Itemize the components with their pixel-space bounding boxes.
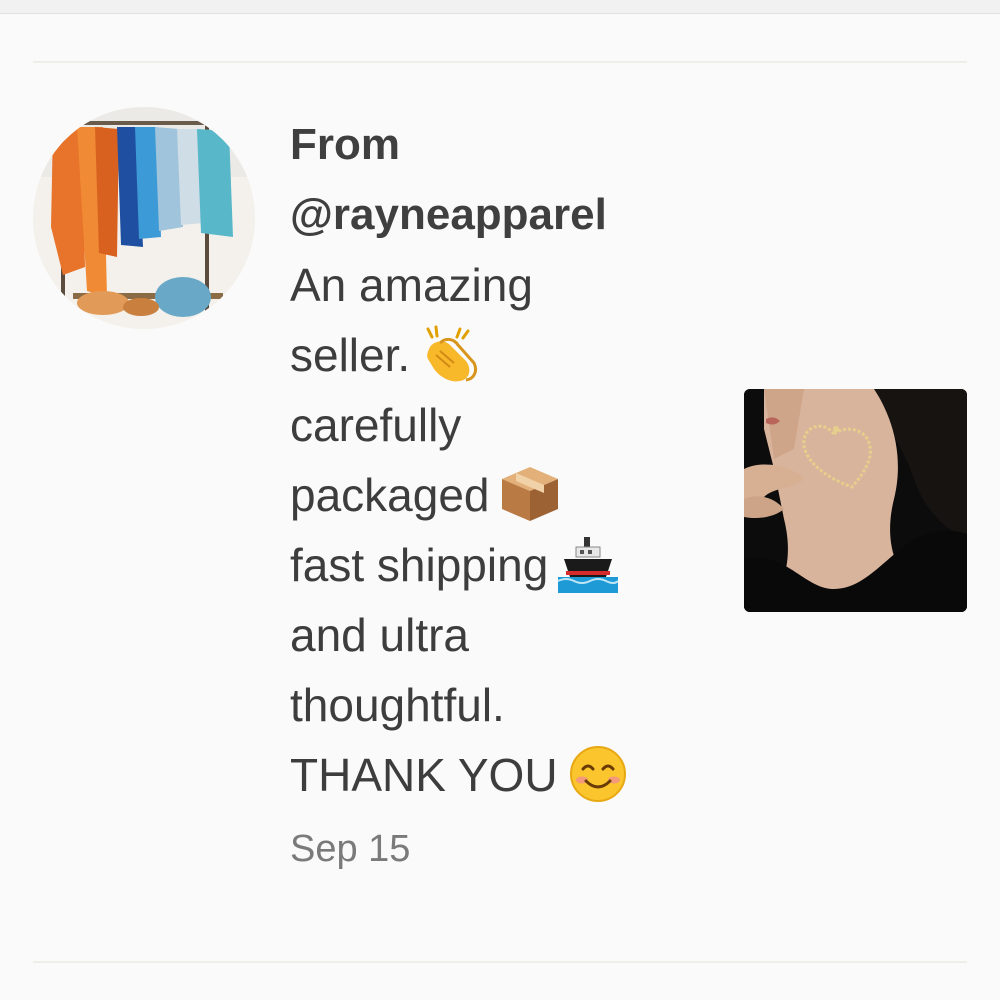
review-line: THANK YOU xyxy=(290,740,730,810)
review-line: seller. xyxy=(290,320,730,390)
review-text: An amazing seller. carefully packaged fa… xyxy=(290,250,730,810)
package-icon xyxy=(500,465,560,523)
divider-bottom xyxy=(33,961,967,963)
review-photo-thumbnail[interactable] xyxy=(744,389,967,612)
ship-icon xyxy=(557,535,619,593)
smiling-face-icon xyxy=(568,745,628,803)
review-line: and ultra xyxy=(290,609,470,661)
top-bar-edge xyxy=(0,0,1000,14)
reviewer-avatar[interactable] xyxy=(33,107,255,329)
clapping-hands-icon xyxy=(420,325,480,383)
review-line: thoughtful. xyxy=(290,679,505,731)
review-from-label: From xyxy=(290,120,400,169)
review-content: From @rayneapparel An amazing seller. ca… xyxy=(290,110,730,884)
review-line: carefully xyxy=(290,399,462,451)
review-line: fast shipping xyxy=(290,530,730,600)
review-line: An amazing xyxy=(290,259,533,311)
review-date: Sep 15 xyxy=(290,828,411,870)
divider-top xyxy=(33,61,967,63)
reviewer-username-link[interactable]: @rayneapparel xyxy=(290,180,730,250)
review-line: packaged xyxy=(290,460,730,530)
